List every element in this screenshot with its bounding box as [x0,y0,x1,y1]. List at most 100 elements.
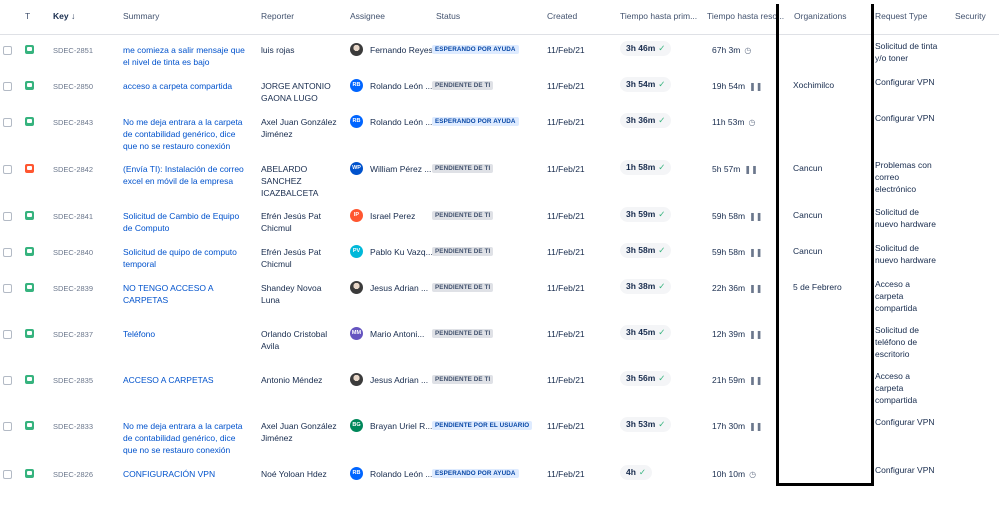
status-badge[interactable]: PENDIENTE POR EL USUARIO [432,421,533,430]
row-checkbox[interactable] [3,165,12,174]
issue-key-link[interactable]: SDEC-2851 [53,46,93,55]
column-header-assignee[interactable]: Assignee [350,11,385,21]
sla-first-response: 3h 54m ✓ [620,77,672,92]
row-checkbox[interactable] [3,212,12,221]
avatar-photo-icon [350,43,363,56]
row-checkbox[interactable] [3,376,12,385]
assignee-name: Fernando Reyes [370,45,433,55]
issue-summary-link[interactable]: CONFIGURACIÓN VPN [123,468,248,480]
issue-summary-link[interactable]: ACCESO A CARPETAS [123,374,248,386]
check-icon: ✓ [658,373,666,383]
avatar: PV [350,245,363,258]
issue-summary-link[interactable]: acceso a carpeta compartida [123,80,248,92]
sla-first-value: 3h 54m [626,79,656,89]
status-badge[interactable]: ESPERANDO POR AYUDA [432,469,519,478]
issue-type-icon [25,81,34,90]
sla-resolution: 67h 3m ◷ [712,45,751,55]
column-header-status[interactable]: Status [436,11,460,21]
issue-key-link[interactable]: SDEC-2843 [53,118,93,127]
check-icon: ✓ [658,419,666,429]
issue-summary-link[interactable]: me comieza a salir mensaje que el nivel … [123,44,248,68]
column-header-key[interactable]: Key ↓ [53,11,75,21]
issue-type-icon [25,117,34,126]
request-type-label: Configurar VPN [875,465,935,475]
issue-summary-link[interactable]: NO TENGO ACCESO A CARPETAS [123,282,248,306]
issue-summary-link[interactable]: No me deja entrara a la carpeta de conta… [123,420,248,456]
column-header-request-type[interactable]: Request Type [875,11,927,21]
avatar: IP [350,209,363,222]
avatar: WP [350,162,363,175]
status-badge[interactable]: PENDIENTE DE TI [432,81,494,90]
column-header-created[interactable]: Created [547,11,577,21]
reporter-name: Antonio Méndez [261,375,323,385]
issue-summary-link[interactable]: Teléfono [123,328,248,340]
sla-resolution: 21h 59m ❚❚ [712,375,763,385]
issue-type-icon [25,421,34,430]
clock-icon: ◷ [749,470,757,479]
assignee-name: Rolando León ... [370,117,433,127]
issue-summary-link[interactable]: (Envía TI): Instalación de correo excel … [123,163,248,187]
pause-icon: ❚❚ [744,165,758,174]
status-badge[interactable]: PENDIENTE DE TI [432,211,494,220]
status-badge[interactable]: PENDIENTE DE TI [432,247,494,256]
issue-key-link[interactable]: SDEC-2837 [53,330,93,339]
sla-resolution-value: 19h 54m [712,81,746,91]
sla-resolution: 19h 54m ❚❚ [712,81,763,91]
issue-summary-link[interactable]: No me deja entrara a la carpeta de conta… [123,116,248,152]
sla-resolution: 10h 10m ◷ [712,469,756,479]
column-header-sla-resolution[interactable]: Tiempo hasta reso... [707,11,784,21]
issue-key-link[interactable]: SDEC-2841 [53,212,93,221]
issue-key-link[interactable]: SDEC-2842 [53,165,93,174]
sla-first-value: 3h 59m [626,209,656,219]
row-checkbox[interactable] [3,330,12,339]
issue-type-icon [25,211,34,220]
reporter-name: ABELARDO SANCHEZ ICAZBALCETA [261,164,319,198]
sla-resolution-value: 11h 53m [712,117,745,127]
row-checkbox[interactable] [3,470,12,479]
issue-key-link[interactable]: SDEC-2850 [53,82,93,91]
created-date: 11/Feb/21 [547,81,585,91]
column-header-sla-first[interactable]: Tiempo hasta prim... [620,11,697,21]
reporter-name: Noé Yoloan Hdez [261,469,327,479]
created-date: 11/Feb/21 [547,329,585,339]
issue-key-link[interactable]: SDEC-2840 [53,248,93,257]
request-type: Solicitud de tinta y/o toner [875,40,940,64]
sla-resolution-value: 59h 58m [712,247,746,257]
assignee-name: Mario Antoni... [370,329,425,339]
issue-key-link[interactable]: SDEC-2833 [53,422,93,431]
column-header-type[interactable]: T [25,11,30,21]
request-type-label: Acceso a carpeta compartida [875,371,918,405]
issue-key-link[interactable]: SDEC-2826 [53,470,93,479]
avatar: RB [350,467,363,480]
request-type: Solicitud de nuevo hardware [875,242,940,266]
row-checkbox[interactable] [3,284,12,293]
status-badge[interactable]: ESPERANDO POR AYUDA [432,45,519,54]
column-header-reporter[interactable]: Reporter [261,11,294,21]
issue-summary-link[interactable]: Solicitud de Cambio de Equipo de Computo [123,210,248,234]
sla-first-value: 4h [626,467,636,477]
column-header-security[interactable]: Security [955,11,986,21]
assignee-name: Jesus Adrian ... [370,283,429,293]
row-checkbox[interactable] [3,118,12,127]
sla-first-response: 3h 59m ✓ [620,207,672,222]
row-checkbox[interactable] [3,422,12,431]
row-checkbox[interactable] [3,82,12,91]
pause-icon: ❚❚ [749,422,763,431]
status-badge[interactable]: PENDIENTE DE TI [432,329,494,338]
issue-key-link[interactable]: SDEC-2839 [53,284,93,293]
pause-icon: ❚❚ [749,284,763,293]
issue-summary-link[interactable]: Solicitud de quipo de computo temporal [123,246,248,270]
row-checkbox[interactable] [3,248,12,257]
sla-first-value: 1h 58m [626,162,656,172]
request-type: Configurar VPN [875,76,940,88]
issue-type-icon [25,469,34,478]
status-badge[interactable]: PENDIENTE DE TI [432,375,494,384]
status-badge[interactable]: PENDIENTE DE TI [432,164,494,173]
row-checkbox[interactable] [3,46,12,55]
status-badge[interactable]: ESPERANDO POR AYUDA [432,117,519,126]
status-badge[interactable]: PENDIENTE DE TI [432,283,494,292]
sla-first-response: 3h 45m ✓ [620,325,672,340]
sla-first-response: 4h ✓ [620,465,653,480]
issue-key-link[interactable]: SDEC-2835 [53,376,93,385]
column-header-summary[interactable]: Summary [123,11,159,21]
